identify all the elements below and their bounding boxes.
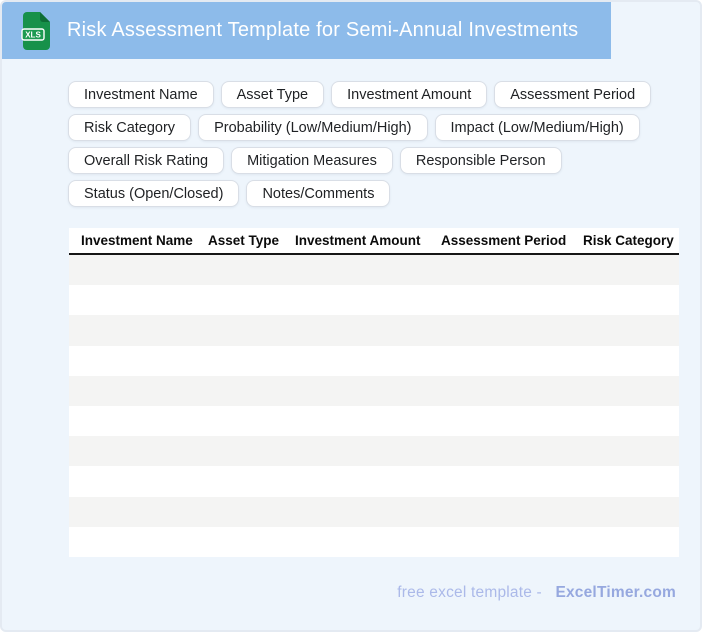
field-chip-risk-category: Risk Category — [68, 114, 192, 141]
column-header-asset-type: Asset Type — [208, 233, 280, 248]
table-row — [69, 526, 679, 557]
chip-row: Risk Category Probability (Low/Medium/Hi… — [68, 114, 668, 141]
column-header-investment-name: Investment Name — [81, 233, 193, 248]
header-bar: XLS Risk Assessment Template for Semi-An… — [2, 2, 611, 59]
footer: free excel template - ExcelTimer.com — [397, 584, 676, 602]
page: XLS Risk Assessment Template for Semi-An… — [0, 0, 702, 632]
chip-row: Status (Open/Closed) Notes/Comments — [68, 180, 668, 207]
table-row — [69, 466, 679, 497]
field-chip-assessment-period: Assessment Period — [494, 81, 652, 108]
table-row — [69, 345, 679, 376]
footer-tagline: free excel template - — [397, 584, 542, 601]
table-body — [69, 255, 679, 557]
field-chip-mitigation-measures: Mitigation Measures — [231, 147, 393, 174]
table-row — [69, 405, 679, 437]
xls-icon-label: XLS — [25, 30, 41, 39]
field-chip-probability: Probability (Low/Medium/High) — [198, 114, 428, 141]
field-chip-investment-amount: Investment Amount — [331, 81, 488, 108]
footer-brand-link[interactable]: ExcelTimer.com — [555, 584, 676, 601]
column-header-assessment-period: Assessment Period — [441, 233, 567, 248]
field-chip-overall-risk-rating: Overall Risk Rating — [68, 147, 225, 174]
table-row — [69, 315, 679, 346]
field-chip-status: Status (Open/Closed) — [68, 180, 240, 207]
field-chip-asset-type: Asset Type — [220, 81, 325, 108]
spreadsheet-preview: Investment Name Asset Type Investment Am… — [69, 228, 679, 557]
page-title: Risk Assessment Template for Semi-Annual… — [67, 19, 579, 41]
chip-row: Overall Risk Rating Mitigation Measures … — [68, 147, 668, 174]
table-row — [69, 496, 679, 527]
column-header-risk-category: Risk Category — [583, 233, 674, 248]
table-row — [69, 375, 679, 406]
field-chip-notes-comments: Notes/Comments — [246, 180, 391, 207]
chip-row: Investment Name Asset Type Investment Am… — [68, 81, 668, 108]
field-chip-impact: Impact (Low/Medium/High) — [434, 114, 640, 141]
xls-file-icon: XLS — [21, 11, 50, 50]
table-row — [69, 255, 679, 286]
field-chip-list: Investment Name Asset Type Investment Am… — [68, 81, 668, 207]
table-row — [69, 285, 679, 316]
table-header-row: Investment Name Asset Type Investment Am… — [69, 228, 679, 255]
table-row — [69, 436, 679, 467]
column-header-investment-amount: Investment Amount — [295, 233, 421, 248]
field-chip-investment-name: Investment Name — [68, 81, 214, 108]
field-chip-responsible-person: Responsible Person — [399, 147, 562, 174]
